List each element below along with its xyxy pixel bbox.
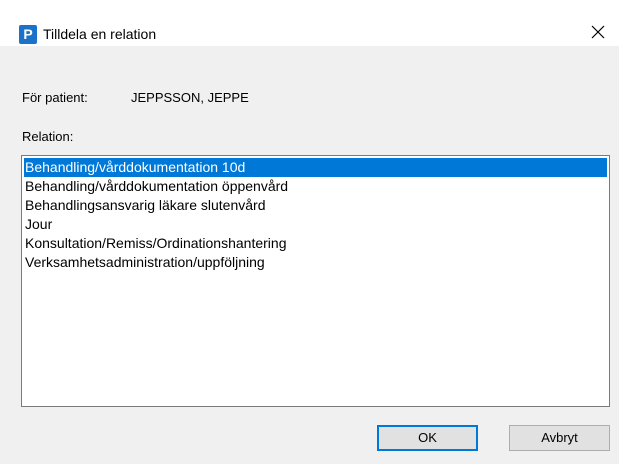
list-item[interactable]: Behandlingsansvarig läkare slutenvård — [24, 196, 607, 215]
relation-label: Relation: — [22, 129, 74, 144]
list-item[interactable]: Jour — [24, 215, 607, 234]
list-item[interactable]: Behandling/vårddokumentation 10d — [24, 158, 607, 177]
ok-button[interactable]: OK — [377, 425, 478, 451]
patient-name: JEPPSSON, JEPPE — [131, 90, 249, 105]
app-icon: P — [19, 25, 37, 44]
dialog: P Tilldela en relation För patient: JEPP… — [0, 0, 619, 464]
relation-listbox[interactable]: Behandling/vårddokumentation 10d Behandl… — [21, 155, 610, 407]
close-icon — [591, 25, 605, 39]
list-item[interactable]: Verksamhetsadministration/uppföljning — [24, 253, 607, 272]
list-item[interactable]: Behandling/vårddokumentation öppenvård — [24, 177, 607, 196]
dialog-title: Tilldela en relation — [43, 26, 157, 42]
cancel-button[interactable]: Avbryt — [509, 425, 610, 451]
title-bar: P Tilldela en relation — [0, 0, 619, 46]
patient-label: För patient: — [22, 90, 88, 105]
list-item[interactable]: Konsultation/Remiss/Ordinationshantering — [24, 234, 607, 253]
close-button[interactable] — [582, 18, 614, 46]
